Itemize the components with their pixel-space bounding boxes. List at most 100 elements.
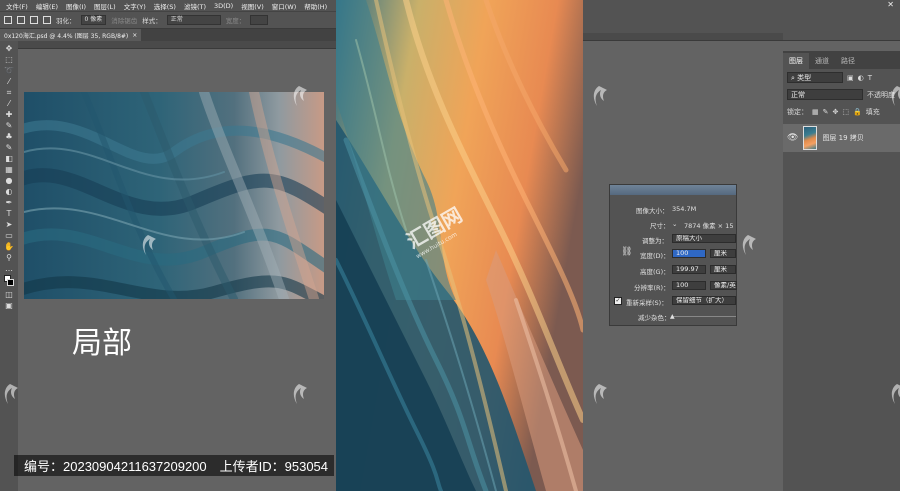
lasso-tool-icon[interactable]: ➰ [4,66,14,76]
watermark-logo-icon [742,235,756,255]
menu-type[interactable]: 文字(Y) [120,1,150,11]
watermark-logo-icon [891,384,900,404]
document-tab-bar: 0x120海汇.psd @ 4.4% (图层 35, RGB/8#) × [0,29,336,41]
menu-select[interactable]: 选择(S) [150,1,180,11]
dimensions-label: 尺寸： [650,222,670,230]
watermark-logo-icon [4,384,19,404]
clone-stamp-tool-icon[interactable]: ♣ [4,132,14,142]
menu-layer[interactable]: 图层(L) [90,1,120,11]
resolution-input[interactable]: 100 [672,281,706,290]
right-ruler [583,33,783,41]
blur-tool-icon[interactable]: ● [4,176,14,186]
pen-tool-icon[interactable]: ✒ [4,198,14,208]
resample-checkbox[interactable]: ✓ [614,297,622,305]
panel-tabs: 图层 通道 路径 [783,51,900,69]
dodge-tool-icon[interactable]: ◐ [4,187,14,197]
type-tool-icon[interactable]: T [4,209,14,219]
color-swatches-icon[interactable] [4,274,14,289]
tab-layers[interactable]: 图层 [783,53,809,69]
watermark-logo-icon [891,86,900,106]
lock-artboard-icon[interactable]: ⬚ [842,108,849,116]
fit-to-label: 调整为： [642,237,668,245]
tab-paths[interactable]: 路径 [835,53,861,69]
resolution-unit-select[interactable]: 像素/英 [710,281,737,290]
lock-all-icon[interactable]: 🔒 [853,108,862,116]
feather-label: 羽化： [56,17,76,25]
more-tools-icon[interactable]: … [4,264,14,274]
style-select[interactable]: 正常 [166,15,221,25]
menu-help[interactable]: 帮助(H) [300,1,331,11]
lock-move-icon[interactable]: ✥ [833,108,839,116]
history-brush-tool-icon[interactable]: ✎ [4,143,14,153]
resample-method-select[interactable]: 保留细节（扩大） [672,296,736,305]
add-selection-icon[interactable] [17,16,25,24]
close-window-icon[interactable]: ✕ [887,0,894,9]
image-filter-icon[interactable]: ▣ [847,74,854,82]
screen-mode-icon[interactable]: ▣ [4,301,14,311]
hand-tool-icon[interactable]: ✋ [4,242,14,252]
intersect-selection-icon[interactable] [43,16,51,24]
constrain-proportions-link-icon[interactable]: ⛓ [621,248,632,257]
feather-input[interactable]: 0 像素 [80,15,107,25]
right-menu-bar: ✕ [583,0,900,11]
eraser-tool-icon[interactable]: ◧ [4,154,14,164]
crop-tool-icon[interactable]: ⌗ [4,88,14,98]
lock-row: 锁定： ▦ ✎ ✥ ⬚ 🔒 填充 [783,103,900,120]
detail-artwork-image [24,92,324,299]
menu-view[interactable]: 视图(V) [237,1,268,11]
lock-transparent-icon[interactable]: ▦ [812,108,819,116]
resolution-label: 分辨率(R)： [634,284,670,292]
document-tab[interactable]: 0x120海汇.psd @ 4.4% (图层 35, RGB/8#) × [0,29,142,41]
new-selection-icon[interactable] [4,16,12,24]
dialog-title-bar[interactable] [610,185,736,195]
quick-mask-icon[interactable]: ◫ [4,290,14,300]
watermark-logo-icon [293,86,307,106]
antialias-checkbox[interactable]: 消除锯齿 [111,15,137,25]
height-unit-select[interactable]: 厘米 [710,265,736,274]
blend-mode-select[interactable]: 正常 [787,89,863,100]
image-size-dialog: 图像大小： 354.7M 尺寸： ⌄ 7874 像素 × 15 调整为： 原稿大… [609,184,737,326]
menu-image[interactable]: 图像(I) [62,1,90,11]
width-input[interactable] [250,15,269,25]
menu-filter[interactable]: 滤镜(T) [180,1,210,11]
lock-label: 锁定： [787,107,808,116]
path-selection-tool-icon[interactable]: ➤ [4,220,14,230]
menu-edit[interactable]: 编辑(E) [32,1,62,11]
type-filter-icon[interactable]: T [868,74,872,82]
watermark-logo-icon [293,384,307,404]
menu-window[interactable]: 窗口(W) [268,1,301,11]
layer-filter-select[interactable]: ⌕ 类型 [787,72,843,83]
reduce-noise-slider[interactable] [672,316,736,317]
rectangle-tool-icon[interactable]: ▭ [4,231,14,241]
watermark-logo-icon [593,384,607,404]
layer-thumbnail [803,126,818,150]
reduce-noise-slider-handle-icon[interactable]: ▲ [670,313,675,320]
width-input[interactable]: 100 [672,249,706,258]
healing-brush-tool-icon[interactable]: ✚ [4,110,14,120]
move-tool-icon[interactable]: ✥ [4,44,14,54]
dimensions-value: 7874 像素 × 15 [684,222,734,230]
menu-3d[interactable]: 3D(D) [210,2,237,10]
width-unit-select[interactable]: 厘米 [710,249,736,258]
layer-name[interactable]: 图层 19 拷贝 [822,133,863,143]
dimensions-dropdown-icon[interactable]: ⌄ [672,220,677,228]
eyedropper-tool-icon[interactable]: ⁄ [4,99,14,109]
gradient-tool-icon[interactable]: ▦ [4,165,14,175]
menu-file[interactable]: 文件(F) [2,1,32,11]
brush-tool-icon[interactable]: ✎ [4,121,14,131]
zoom-tool-icon[interactable]: ⚲ [4,253,14,263]
lock-paint-icon[interactable]: ✎ [823,108,829,116]
close-tab-icon[interactable]: × [132,32,137,39]
caption-bar: 编号：20230904211637209200 上传者ID：953054 [14,455,334,476]
layer-item[interactable]: 👁 图层 19 拷贝 [783,124,900,152]
visibility-eye-icon[interactable]: 👁 [787,133,798,143]
tab-channels[interactable]: 通道 [809,53,835,69]
watermark-logo-icon [142,235,156,255]
adjustment-filter-icon[interactable]: ◐ [858,74,864,82]
fit-to-select[interactable]: 原稿大小 [672,234,736,243]
height-input[interactable]: 199.97 [672,265,706,274]
magic-wand-tool-icon[interactable]: ⁄ [4,77,14,87]
subtract-selection-icon[interactable] [30,16,38,24]
image-size-label: 图像大小： [636,207,669,215]
marquee-tool-icon[interactable]: ⬚ [4,55,14,65]
